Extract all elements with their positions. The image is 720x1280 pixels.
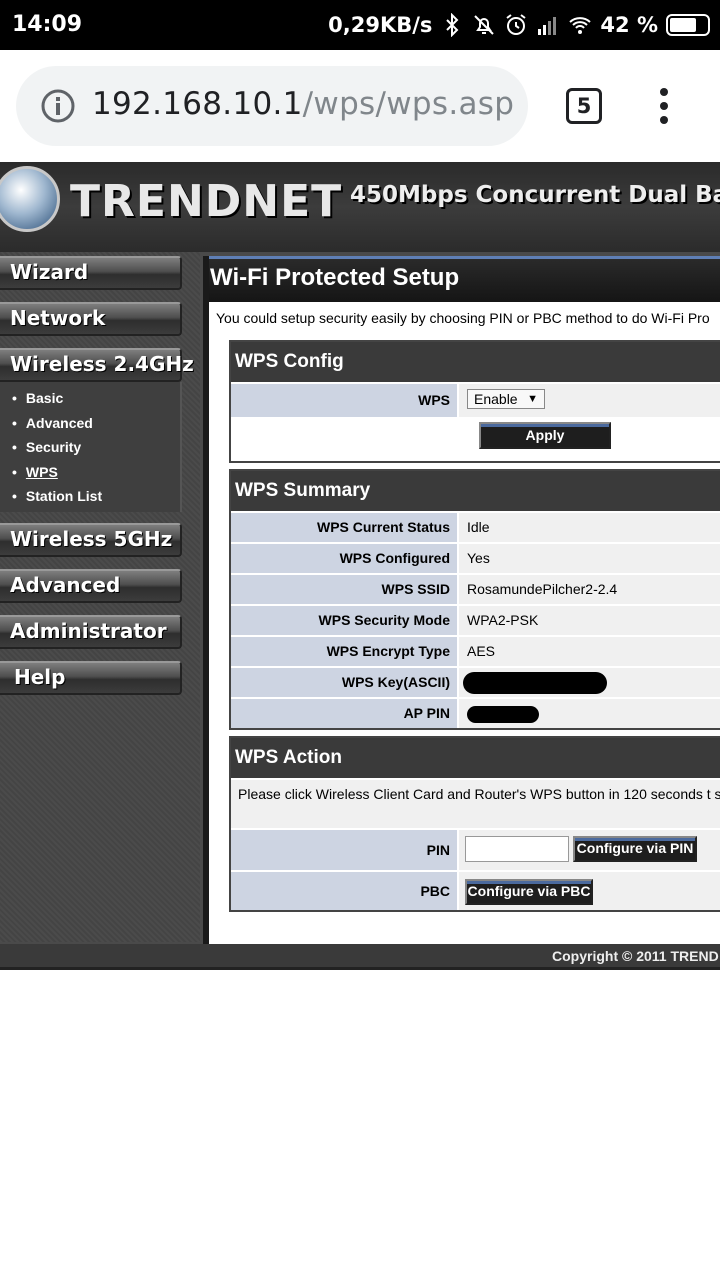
nav-network[interactable]: Network [0,302,182,336]
subnav-wps[interactable]: WPS [12,460,180,485]
bluetooth-icon [446,13,459,37]
sidebar-nav: Wizard Network Wireless 2.4GHz Basic Adv… [0,252,200,942]
configure-via-pin-button[interactable]: Configure via PIN [573,836,697,862]
row-label: WPS Encrypt Type [231,637,457,666]
pbc-row: PBC Configure via PBC [231,870,720,910]
row-label: WPS Current Status [231,513,457,542]
nav-wireless-5ghz[interactable]: Wireless 5GHz [0,523,182,557]
status-icons: 0,29KB/s 42 % [328,10,710,40]
pin-input[interactable] [465,836,569,862]
dropdown-arrow-icon: ▼ [527,393,538,405]
subnav-advanced[interactable]: Advanced [12,411,180,436]
copyright-text: Copyright © 2011 TREND [552,948,719,964]
apply-button[interactable]: Apply [479,422,611,449]
apply-row: Apply [231,417,720,461]
wps-enable-select[interactable]: Enable ▼ [467,389,545,409]
page-footer: Copyright © 2011 TREND [0,944,720,970]
router-page: TRENDNET 450Mbps Concurrent Dual Band Wi… [0,162,720,970]
pbc-label: PBC [231,872,457,910]
intro-text: You could setup security easily by choos… [216,310,710,326]
wps-summary-heading: WPS Summary [231,471,720,511]
pbc-cell: Configure via PBC [457,872,720,910]
subnav-basic[interactable]: Basic [12,386,180,411]
row-value: AES [457,637,720,666]
pin-cell: Configure via PIN [457,830,720,870]
row-value: RosamundePilcher2-2.4 [457,575,720,604]
trendnet-logo-icon [0,166,60,232]
battery-charging-icon [666,14,710,36]
router-header: TRENDNET 450Mbps Concurrent Dual Band Wi [0,162,720,252]
row-label: WPS Configured [231,544,457,573]
wps-key-value [457,668,720,697]
wps-enable-row: WPS Enable ▼ [231,382,720,417]
signal-icon [538,17,557,35]
nav-wireless-24ghz[interactable]: Wireless 2.4GHz [0,348,194,382]
bell-muted-icon [474,15,495,35]
wps-action-heading: WPS Action [231,738,720,778]
battery-percent: 42 % [600,13,658,37]
wireless-24ghz-submenu: Basic Advanced Security WPS Station List [0,382,182,512]
address-bar[interactable]: 192.168.10.1/wps/wps.asp [16,66,528,146]
redaction-mark [463,672,607,694]
summary-row: WPS Encrypt Type AES [231,635,720,666]
summary-row: WPS SSID RosamundePilcher2-2.4 [231,573,720,604]
redaction-mark [467,706,539,723]
ap-pin-value [457,699,720,728]
wps-action-section: WPS Action Please click Wireless Client … [229,736,720,912]
network-speed: 0,29KB/s [328,13,433,37]
summary-row: WPS Key(ASCII) [231,666,720,697]
row-value: Idle [457,513,720,542]
more-vert-icon[interactable] [652,88,676,126]
status-bar: 14:09 0,29KB/s 42 % [0,0,720,50]
brand-name: TRENDNET [70,176,343,227]
configure-via-pbc-button[interactable]: Configure via PBC [465,879,593,905]
row-label: WPS Key(ASCII) [231,668,457,697]
nav-administrator[interactable]: Administrator [0,615,182,649]
pin-row: PIN Configure via PIN [231,828,720,870]
summary-row: WPS Current Status Idle [231,511,720,542]
nav-advanced[interactable]: Advanced [0,569,182,603]
summary-row: WPS Security Mode WPA2-PSK [231,604,720,635]
nav-wizard[interactable]: Wizard [0,256,182,290]
url-text[interactable]: 192.168.10.1/wps/wps.asp [92,86,514,122]
main-content: Wi-Fi Protected Setup You could setup se… [203,256,720,944]
row-value: WPA2-PSK [457,606,720,635]
row-label: WPS Security Mode [231,606,457,635]
url-host: 192.168.10.1 [92,86,303,122]
page-title: Wi-Fi Protected Setup [209,256,720,302]
wps-config-section: WPS Config WPS Enable ▼ Apply [229,340,720,463]
row-label: WPS SSID [231,575,457,604]
status-time: 14:09 [12,12,83,37]
wps-config-heading: WPS Config [231,342,720,382]
alarm-icon [506,14,527,35]
tab-switcher-button[interactable]: 5 [566,88,602,124]
wifi-icon [569,17,592,34]
subnav-security[interactable]: Security [12,435,180,460]
url-path: /wps/wps.asp [302,86,515,122]
browser-toolbar: 192.168.10.1/wps/wps.asp 5 [0,50,720,162]
wps-action-instruction: Please click Wireless Client Card and Ro… [231,778,720,828]
wps-select-cell: Enable ▼ [457,384,720,417]
nav-help[interactable]: Help [0,661,182,695]
wps-summary-section: WPS Summary WPS Current Status Idle WPS C… [229,469,720,730]
row-value: Yes [457,544,720,573]
wps-label: WPS [231,384,457,417]
product-tagline: 450Mbps Concurrent Dual Band Wi [350,182,720,208]
subnav-station-list[interactable]: Station List [12,484,180,509]
pin-label: PIN [231,830,457,870]
summary-row: AP PIN [231,697,720,728]
row-label: AP PIN [231,699,457,728]
summary-row: WPS Configured Yes [231,542,720,573]
info-icon[interactable] [40,88,76,124]
